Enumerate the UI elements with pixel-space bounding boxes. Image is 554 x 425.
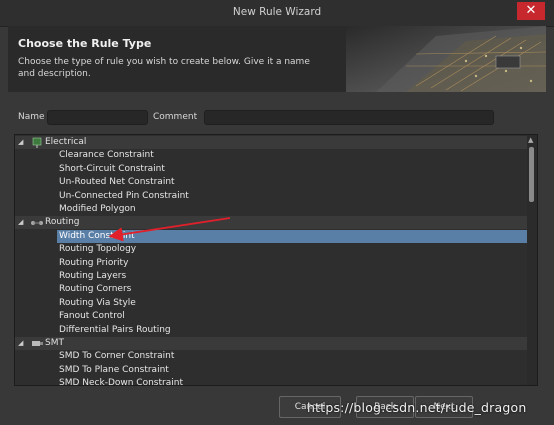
- tree-item[interactable]: Routing Corners: [15, 283, 527, 296]
- tree-item[interactable]: Fanout Control: [15, 310, 527, 323]
- tree-item[interactable]: Short-Circuit Constraint: [15, 163, 527, 176]
- tree-item[interactable]: Width Constraint: [57, 229, 527, 243]
- tree-item[interactable]: Routing Topology: [15, 243, 527, 256]
- name-comment-row: Name Comment: [18, 110, 498, 126]
- tree-item[interactable]: Modified Polygon: [15, 203, 527, 216]
- electrical-icon: [30, 137, 44, 148]
- tree-item[interactable]: Un-Routed Net Constraint: [15, 176, 527, 189]
- page-title: Choose the Rule Type: [18, 37, 152, 50]
- name-label: Name: [18, 112, 45, 122]
- tree-item-label: Routing Priority: [59, 257, 129, 268]
- close-button[interactable]: ✕: [517, 2, 545, 20]
- page-description: Choose the type of rule you wish to crea…: [18, 57, 310, 79]
- tree-item[interactable]: SMD To Plane Constraint: [15, 364, 527, 377]
- tree-category-label: Routing: [45, 217, 80, 228]
- tree-item-label: Clearance Constraint: [59, 150, 154, 161]
- tree-category-smt[interactable]: ◢ SMT: [15, 337, 527, 350]
- tree-category-label: SMT: [45, 338, 64, 348]
- smt-icon: [30, 338, 44, 349]
- tree-item[interactable]: Differential Pairs Routing: [15, 324, 527, 337]
- tree-item[interactable]: Routing Layers: [15, 270, 527, 283]
- tree-item-label: Width Constraint: [59, 230, 135, 241]
- wizard-header: Choose the Rule Type Choose the type of …: [8, 26, 546, 92]
- watermark-text: https://blog.csdn.net/rude_dragon: [307, 400, 527, 415]
- tree-item-label: Routing Layers: [59, 271, 127, 281]
- tree-item-label: SMD To Corner Constraint: [59, 351, 175, 362]
- tree-item-label: Modified Polygon: [59, 204, 136, 214]
- tree-item-label: Short-Circuit Constraint: [59, 163, 165, 174]
- tree-item[interactable]: SMD Neck-Down Constraint: [15, 377, 527, 386]
- tree-category-electrical[interactable]: ◢ Electrical: [15, 136, 527, 149]
- tree-item[interactable]: SMD To Corner Constraint: [15, 350, 527, 363]
- tree-item-label: Un-Routed Net Constraint: [59, 177, 175, 188]
- comment-label: Comment: [153, 112, 198, 122]
- pcb-artwork-image: [346, 26, 546, 92]
- tree-item-label: SMD To Plane Constraint: [59, 364, 169, 375]
- tree-item[interactable]: Clearance Constraint: [15, 149, 527, 162]
- tree-item-label: Routing Corners: [59, 284, 132, 295]
- tree-item-label: Routing Topology: [59, 244, 137, 255]
- tree-item-label: Differential Pairs Routing: [59, 324, 171, 335]
- rule-type-tree[interactable]: ◢ Electrical Clearance Constraint Short-Cir…: [14, 134, 538, 386]
- comment-input[interactable]: [204, 110, 494, 125]
- tree-item[interactable]: Routing Priority: [15, 257, 527, 270]
- routing-icon: [30, 217, 44, 228]
- expand-triangle-icon[interactable]: ◢: [18, 337, 23, 350]
- expand-triangle-icon[interactable]: ◢: [18, 136, 23, 149]
- tree-item-label: Routing Via Style: [59, 297, 136, 308]
- tree-category-label: Electrical: [45, 137, 87, 147]
- tree-item-label: SMD Neck-Down Constraint: [59, 378, 183, 386]
- tree-item[interactable]: Un-Connected Pin Constraint: [15, 190, 527, 203]
- tree-item-label: Fanout Control: [59, 311, 125, 322]
- expand-triangle-icon[interactable]: ◢: [18, 216, 23, 229]
- scroll-up-icon[interactable]: ▲: [528, 136, 533, 144]
- scroll-thumb[interactable]: [529, 147, 534, 202]
- title-bar: New Rule Wizard ✕: [0, 0, 554, 27]
- tree-item[interactable]: Routing Via Style: [15, 297, 527, 310]
- name-input[interactable]: [47, 110, 148, 125]
- tree-item-label: Un-Connected Pin Constraint: [59, 190, 189, 201]
- tree-category-routing[interactable]: ◢ Routing: [15, 216, 527, 230]
- tree-scrollbar[interactable]: ▲: [527, 135, 537, 385]
- window-title: New Rule Wizard: [232, 6, 322, 18]
